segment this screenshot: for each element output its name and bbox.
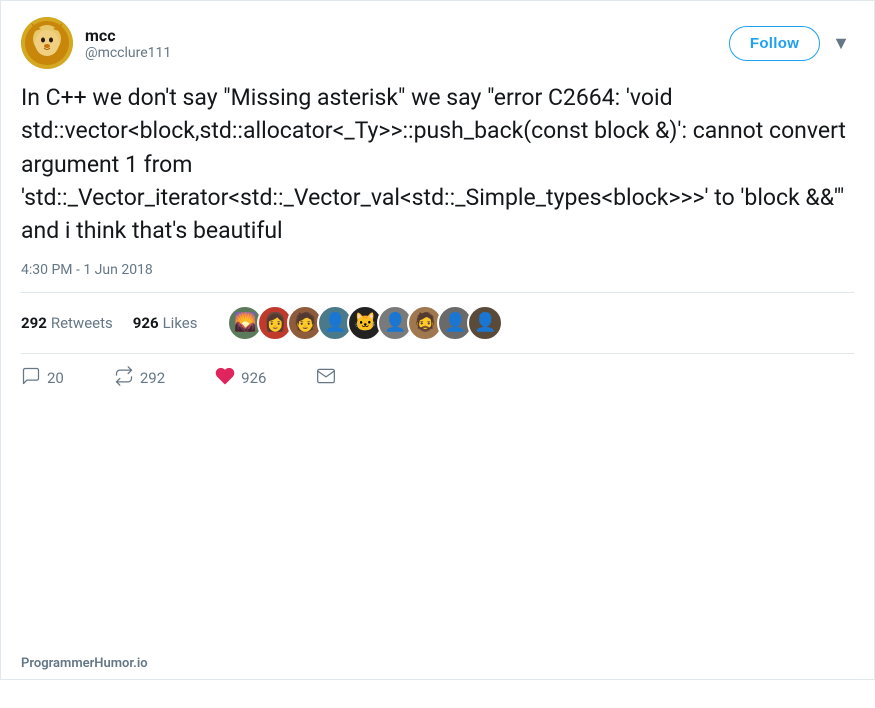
retweet-count: 292: [21, 314, 47, 332]
retweet-action[interactable]: 292: [114, 366, 165, 391]
retweet-action-count: 292: [140, 369, 165, 387]
comment-action[interactable]: 20: [21, 366, 64, 391]
tweet-card: mcc @mcclure111 Follow ▼ In C++ we don't…: [0, 0, 875, 680]
mail-action[interactable]: [316, 366, 336, 391]
likes-stats: 926 Likes: [133, 314, 198, 332]
actions-row: 20 292 926: [21, 354, 854, 403]
chevron-down-icon: ▼: [832, 33, 850, 53]
liker-avatar-9: 👤: [467, 305, 503, 341]
comment-icon: [21, 366, 41, 391]
likers-avatars: 🌄 👩 🧑 👤 🐱 👤 🧔 👤 👤: [227, 305, 503, 341]
footer-brand: ProgrammerHumor.io: [21, 656, 148, 671]
heart-icon: [215, 366, 235, 391]
user-name: mcc: [85, 26, 171, 45]
tweet-timestamp: 4:30 PM - 1 Jun 2018: [21, 262, 854, 278]
retweet-stats: 292 Retweets: [21, 314, 113, 332]
heart-action[interactable]: 926: [215, 366, 266, 391]
comment-count: 20: [47, 369, 64, 387]
mail-icon: [316, 366, 336, 391]
follow-button[interactable]: Follow: [729, 26, 820, 61]
header-right: Follow ▼: [729, 26, 854, 61]
tweet-header-left: mcc @mcclure111: [21, 17, 171, 69]
tweet-text: In C++ we don't say "Missing asterisk" w…: [21, 81, 854, 248]
chevron-button[interactable]: ▼: [828, 29, 854, 58]
likes-label: Likes: [163, 314, 198, 332]
retweet-icon: [114, 366, 134, 391]
retweet-label: Retweets: [51, 314, 113, 332]
user-info: mcc @mcclure111: [85, 26, 171, 61]
tweet-header: mcc @mcclure111 Follow ▼: [21, 17, 854, 69]
user-handle: @mcclure111: [85, 45, 171, 61]
likes-count: 926: [133, 314, 159, 332]
avatar: [21, 17, 73, 69]
stats-row: 292 Retweets 926 Likes 🌄 👩 🧑 👤 🐱 👤 🧔 👤 👤: [21, 293, 854, 354]
heart-count: 926: [241, 369, 266, 387]
